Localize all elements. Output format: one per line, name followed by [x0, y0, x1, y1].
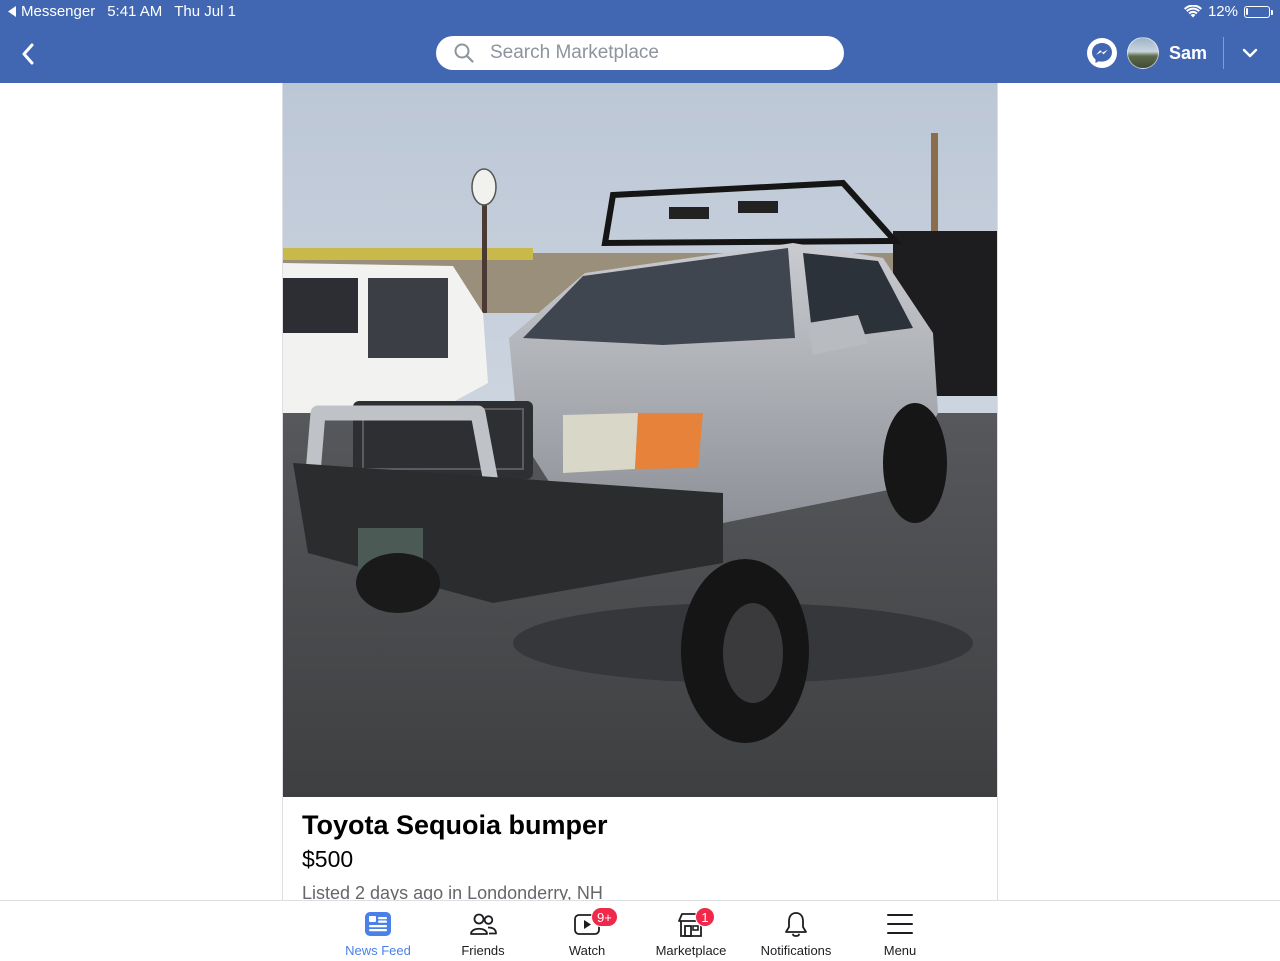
tab-label: Marketplace: [655, 943, 727, 958]
menu-icon: [887, 914, 913, 934]
battery-icon: [1244, 5, 1273, 18]
tab-label: Notifications: [760, 943, 832, 958]
tab-label: Watch: [568, 943, 606, 958]
avatar[interactable]: [1126, 37, 1159, 69]
back-app-label: Messenger: [21, 3, 96, 20]
header-right: Sam: [1086, 36, 1260, 70]
wifi-icon: [1183, 5, 1202, 18]
tab-marketplace[interactable]: 1 Marketplace: [639, 901, 743, 961]
news-feed-icon: [365, 912, 391, 936]
back-to-app-link[interactable]: Messenger: [8, 3, 95, 20]
tab-label: Friends: [461, 943, 505, 958]
listing-photo[interactable]: [283, 83, 997, 797]
listing-card[interactable]: Toyota Sequoia bumper $500 Listed 2 days…: [282, 83, 998, 900]
listing-price: $500: [302, 846, 354, 872]
account-menu-button[interactable]: [1240, 48, 1260, 58]
messenger-icon[interactable]: [1086, 38, 1117, 68]
top-bar: Messenger 5:41 AM Thu Jul 1 12% Search M…: [0, 0, 1280, 83]
tab-label: News Feed: [345, 943, 411, 958]
tab-label: Menu: [883, 943, 917, 958]
tab-notifications[interactable]: Notifications: [744, 901, 848, 961]
listing-meta: Listed 2 days ago in Londonderry, NH: [302, 883, 603, 900]
marketplace-badge: 1: [695, 907, 715, 927]
search-bar[interactable]: [436, 36, 844, 70]
chevron-down-icon: [1242, 48, 1258, 58]
listing-title: Toyota Sequoia bumper: [302, 810, 608, 840]
tab-friends[interactable]: Friends: [431, 901, 535, 961]
search-input[interactable]: [488, 41, 822, 65]
status-bar-left: Messenger 5:41 AM Thu Jul 1: [8, 3, 236, 20]
watch-badge: 9+: [591, 907, 618, 927]
tab-watch[interactable]: 9+ Watch: [535, 901, 639, 961]
tab-news-feed[interactable]: News Feed: [326, 901, 430, 961]
status-bar-right: 12%: [1183, 3, 1273, 20]
user-name[interactable]: Sam: [1169, 43, 1207, 64]
search-icon: [454, 43, 474, 63]
status-date: Thu Jul 1: [174, 3, 236, 20]
bottom-tab-bar: News Feed Friends 9+ Watch 1 Marketplace: [0, 900, 1280, 960]
friends-icon: [470, 913, 497, 935]
battery-percent: 12%: [1207, 3, 1238, 20]
back-arrow-icon: [22, 43, 34, 65]
header-divider: [1223, 37, 1224, 69]
battery-level: [1246, 7, 1248, 15]
tab-menu[interactable]: Menu: [848, 901, 952, 961]
back-button[interactable]: [16, 40, 40, 68]
bell-icon: [785, 912, 807, 937]
status-time: 5:41 AM: [107, 3, 163, 20]
messenger-bolt-glyph: [1091, 43, 1112, 63]
back-triangle-icon: [8, 6, 16, 17]
